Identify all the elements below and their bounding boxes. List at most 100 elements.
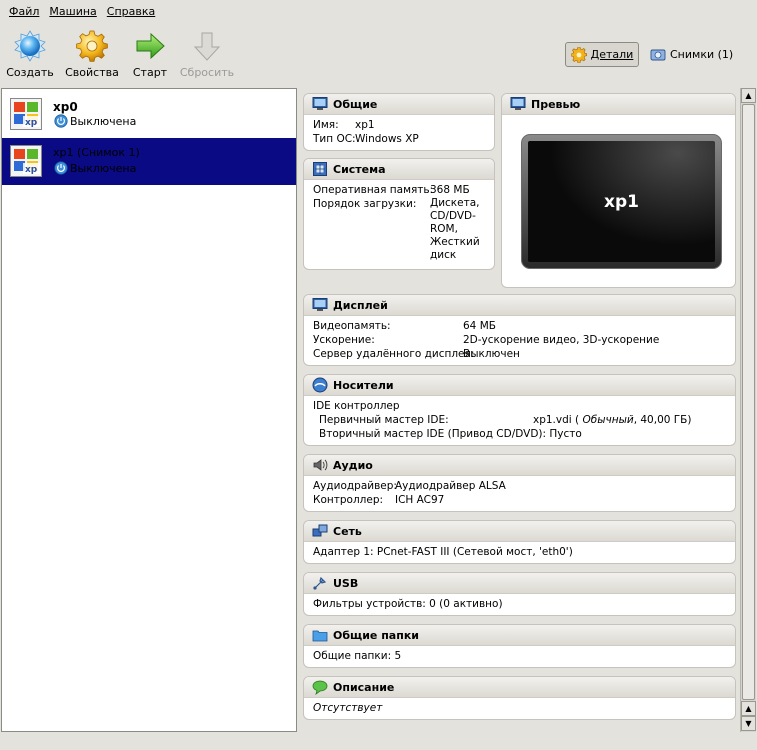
chip-icon [313, 162, 327, 176]
speaker-icon [313, 459, 328, 471]
description-header[interactable]: Описание [304, 677, 735, 698]
boot-item: CD/DVD- [430, 210, 476, 222]
display-header[interactable]: Дисплей [304, 295, 735, 316]
disk-size: , 40,00 ГБ) [633, 414, 692, 426]
scroll-down-button[interactable]: ▼ [741, 716, 756, 731]
general-header[interactable]: Общие [304, 94, 494, 115]
vm-list-item-xp1[interactable]: xp xp1 (Снимок 1) Выключена [2, 138, 296, 185]
menu-bar: Файл Машина Справка [0, 0, 757, 22]
usb-filters-value: Фильтры устройств: 0 (0 активно) [313, 598, 503, 610]
details-pane: Общие Имя: xp1 Тип ОС: Windows XP Превью x… [300, 88, 738, 732]
details-scrollbar[interactable]: ▲ ▲ ▼ [740, 88, 756, 732]
shared-folders-panel: Общие папки Общие папки: 5 [303, 624, 736, 668]
audio-driver-label: Аудиодрайвер: [313, 480, 397, 492]
vm-preview-screen: xp1 [521, 134, 722, 269]
secondary-master-value: Пусто [549, 428, 582, 440]
audio-driver-value: Аудиодрайвер ALSA [395, 480, 506, 492]
ram-value: 368 МБ [430, 184, 470, 196]
name-value: xp1 [355, 119, 375, 131]
remote-display-value: Выключен [463, 348, 520, 360]
vm-status: Выключена [54, 114, 136, 128]
arrow-up-icon: ▲ [745, 91, 752, 100]
audio-controller-label: Контроллер: [313, 494, 384, 506]
remote-display-label: Сервер удалённого дисплея: [313, 348, 475, 360]
description-panel: Описание Отсутствует [303, 676, 736, 720]
vram-label: Видеопамять: [313, 320, 391, 332]
general-panel: Общие Имя: xp1 Тип ОС: Windows XP [303, 93, 495, 151]
scroll-up-button-bottom[interactable]: ▲ [741, 701, 756, 716]
acceleration-value: 2D-ускорение видео, 3D-ускорение [463, 334, 660, 346]
boot-order-value: Дискета, CD/DVD- ROM, Жесткий диск [430, 197, 480, 262]
arrow-down-icon: ▼ [745, 719, 752, 728]
audio-title: Аудио [333, 458, 373, 472]
preview-vm-name: xp1 [604, 191, 639, 212]
description-title: Описание [333, 680, 395, 694]
menu-help[interactable]: Справка [102, 5, 160, 18]
storage-header[interactable]: Носители [304, 375, 735, 396]
preview-panel: Превью xp1 [501, 93, 736, 288]
storage-panel: Носители IDE контроллер Первичный мастер… [303, 374, 736, 446]
display-title: Дисплей [333, 298, 388, 312]
power-off-icon [54, 114, 68, 128]
disk-file: xp1.vdi ( [533, 414, 580, 426]
start-button[interactable]: Старт [118, 30, 182, 82]
network-title: Сеть [333, 524, 362, 538]
toolbar: Создать Свойства Старт Сбросить [0, 26, 757, 82]
secondary-master-label: Вторичный мастер IDE (Привод CD/DVD): [319, 428, 547, 440]
settings-button[interactable]: Свойства [60, 30, 124, 82]
system-title: Система [333, 162, 386, 176]
boot-item: ROM, [430, 223, 458, 235]
network-panel: Сеть Адаптер 1: PCnet-FAST III (Сетевой … [303, 520, 736, 564]
network-header[interactable]: Сеть [304, 521, 735, 542]
vm-name: xp0 [53, 100, 78, 114]
boot-item: Дискета, [430, 197, 480, 209]
network-icon [312, 524, 328, 537]
camera-icon [650, 49, 666, 60]
vm-list-item-xp0[interactable]: xp xp0 Выключена [2, 91, 296, 138]
create-label: Создать [6, 66, 54, 79]
scroll-up-button[interactable]: ▲ [741, 88, 756, 103]
disk-type: Обычный [582, 414, 634, 426]
audio-controller-value: ICH AC97 [395, 494, 445, 506]
general-title: Общие [333, 97, 378, 111]
snapshots-button[interactable]: Снимки (1) [650, 42, 733, 67]
audio-panel: Аудио Аудиодрайвер: Аудиодрайвер ALSA Кон… [303, 454, 736, 512]
folder-icon [312, 630, 328, 642]
menu-file[interactable]: Файл [4, 5, 44, 18]
power-off-icon [54, 161, 68, 175]
gear-icon [570, 46, 587, 63]
vm-status: Выключена [54, 161, 136, 175]
monitor-icon [312, 97, 328, 110]
snapshots-label: Снимки (1) [670, 48, 734, 61]
usb-panel: USB Фильтры устройств: 0 (0 активно) [303, 572, 736, 616]
menu-machine[interactable]: Машина [44, 5, 101, 18]
vm-name: xp1 (Снимок 1) [53, 146, 140, 159]
preview-header[interactable]: Превью [502, 94, 735, 115]
boot-item: Жесткий [430, 236, 480, 248]
monitor-icon [510, 97, 526, 110]
usb-icon [313, 576, 327, 590]
vram-value: 64 МБ [463, 320, 496, 332]
details-button[interactable]: Детали [565, 42, 639, 67]
discard-button[interactable]: Сбросить [175, 30, 239, 82]
primary-master-label: Первичный мастер IDE: [319, 414, 449, 426]
storage-title: Носители [333, 378, 394, 392]
name-label: Имя: [313, 119, 339, 131]
usb-header[interactable]: USB [304, 573, 735, 594]
vm-state-label: Выключена [70, 161, 137, 175]
display-panel: Дисплей Видеопамять: 64 МБ Ускорение: 2D-у… [303, 294, 736, 366]
primary-master-value: xp1.vdi ( Обычный, 40,00 ГБ) [533, 413, 691, 427]
new-vm-icon [14, 30, 46, 62]
audio-header[interactable]: Аудио [304, 455, 735, 476]
settings-label: Свойства [65, 66, 119, 79]
scroll-thumb[interactable] [742, 104, 755, 700]
shared-folders-header[interactable]: Общие папки [304, 625, 735, 646]
create-button[interactable]: Создать [0, 30, 62, 82]
system-header[interactable]: Система [304, 159, 494, 180]
os-type-label: Тип ОС: [313, 133, 356, 145]
boot-order-label: Порядок загрузки: [313, 198, 417, 210]
windows-xp-os-icon: xp [10, 145, 42, 177]
ram-label: Оперативная память: [313, 184, 434, 196]
vm-list: xp xp0 Выключена xp xp1 (Снимок 1) Выклю… [1, 88, 297, 732]
shared-folders-value: Общие папки: 5 [313, 650, 402, 662]
